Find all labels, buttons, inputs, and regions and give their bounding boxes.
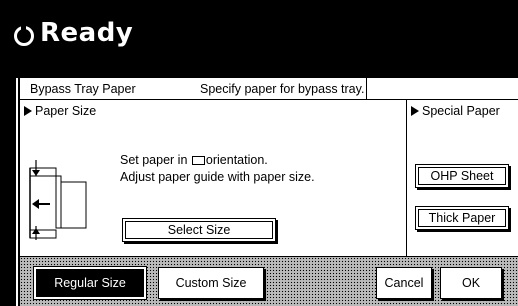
instruction-line1-prefix: Set paper in bbox=[120, 153, 188, 167]
page-title: Ready bbox=[40, 18, 134, 48]
regular-size-label: Regular Size bbox=[54, 276, 126, 290]
panel-edge bbox=[16, 78, 18, 306]
thick-paper-label: Thick Paper bbox=[428, 211, 496, 225]
select-size-label: Select Size bbox=[167, 223, 231, 237]
regular-size-tab[interactable]: Regular Size bbox=[33, 266, 147, 300]
landscape-orientation-icon bbox=[191, 156, 205, 165]
ok-button[interactable]: OK bbox=[440, 267, 502, 299]
custom-size-label: Custom Size bbox=[175, 276, 247, 290]
select-size-button[interactable]: Select Size bbox=[122, 218, 276, 242]
cancel-label: Cancel bbox=[384, 276, 424, 290]
special-paper-section: Special Paper OHP Sheet Thick Paper bbox=[406, 100, 518, 256]
panel-heading: Bypass Tray Paper bbox=[30, 82, 136, 96]
header-divider bbox=[366, 78, 367, 100]
footer-bar: Regular Size Custom Size Cancel OK bbox=[20, 256, 518, 306]
instruction-line2: Adjust paper guide with paper size. bbox=[120, 170, 315, 184]
thick-paper-button[interactable]: Thick Paper bbox=[415, 206, 509, 230]
ohp-sheet-button[interactable]: OHP Sheet bbox=[415, 164, 509, 188]
custom-size-tab[interactable]: Custom Size bbox=[158, 267, 264, 299]
status-bar: Ready bbox=[0, 0, 518, 60]
bypass-tray-panel: Bypass Tray Paper Specify paper for bypa… bbox=[20, 78, 518, 306]
ohp-sheet-label: OHP Sheet bbox=[430, 169, 494, 183]
paper-size-title: Paper Size bbox=[24, 104, 96, 118]
triangle-right-icon bbox=[411, 106, 419, 116]
bypass-tray-diagram-icon bbox=[29, 160, 87, 240]
special-paper-title: Special Paper bbox=[411, 104, 500, 118]
instruction-line1-suffix: orientation. bbox=[205, 153, 268, 167]
ok-label: OK bbox=[461, 276, 481, 290]
triangle-right-icon bbox=[24, 106, 32, 116]
panel-description: Specify paper for bypass tray. bbox=[200, 82, 365, 96]
cancel-button[interactable]: Cancel bbox=[376, 267, 432, 299]
panel-header: Bypass Tray Paper Specify paper for bypa… bbox=[20, 78, 518, 100]
power-icon bbox=[14, 24, 34, 46]
instruction-text: Set paper in orientation. Adjust paper g… bbox=[120, 152, 315, 186]
paper-size-section: Paper Size Set paper in orientation. Adj… bbox=[20, 100, 406, 256]
